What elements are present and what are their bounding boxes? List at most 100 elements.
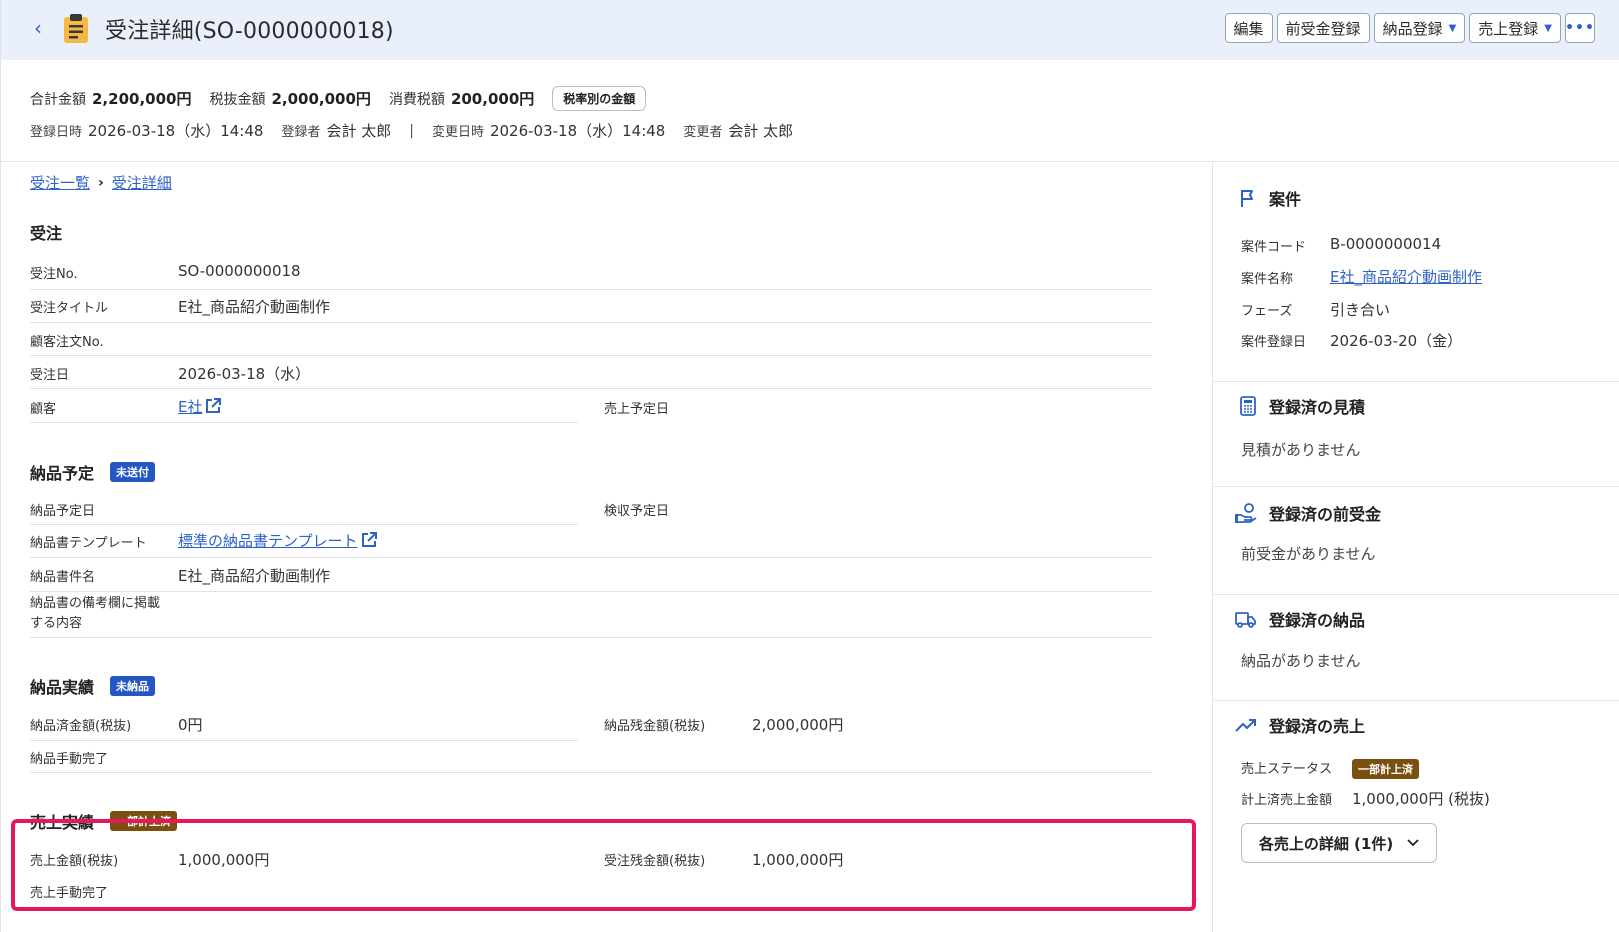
advance-header: 登録済の前受金 [1233,501,1381,525]
tax-rate-breakdown-button[interactable]: 税率別の金額 [552,86,647,111]
creator-value: 会計 太郎 [326,122,392,140]
customer-order-no-row: 顧客注文No. [30,323,1152,356]
sales-status-label: 売上ステータス [1241,762,1333,777]
sales-detail-label: 各売上の詳細 (1件) [1258,834,1394,853]
hand-coin-icon [1235,503,1257,523]
updated-value: 2026-03-18（水）14:48 [489,122,666,140]
estimate-header: 登録済の見積 [1237,394,1365,418]
advance-empty: 前受金がありません [1241,545,1376,563]
page-title: 受注詳細(SO-0000000018) [105,19,394,44]
delivery-date-label: 納品予定日 [30,504,96,519]
sales-register-button[interactable]: 売上登録 ▼ [1469,13,1561,43]
edit-button-label: 編集 [1233,19,1264,38]
external-link-icon[interactable] [204,397,222,415]
order-section-title: 受注 [30,220,62,244]
template-link[interactable]: 標準の納品書テンプレート [178,532,358,550]
created-label: 登録日時 [30,125,83,140]
advance-button-label: 前受金登録 [1285,19,1361,38]
delivery-header: 登録済の納品 [1233,607,1365,631]
order-no-row: 受注No. SO-0000000018 [30,257,1152,290]
customer-label: 顧客 [30,402,57,417]
delivery-remarks-label: 納品書の備考欄に掲載する内容 [30,596,161,631]
flag-icon [1241,190,1253,207]
order-detail-main: 受注一覧 › 受注詳細 受注 受注No. SO-0000000018 受注タイト… [0,162,1212,932]
external-link-icon[interactable] [360,531,378,549]
updater-value: 会計 太郎 [728,122,794,140]
delivery-subject-row: 納品書件名 E社_商品紹介動画制作 [30,558,1152,592]
order-date-label: 受注日 [30,368,70,383]
order-title-row: 受注タイトル E社_商品紹介動画制作 [30,290,1152,323]
project-code-label: 案件コード [1241,240,1307,255]
back-chevron-icon[interactable]: ‹ [27,17,49,39]
order-title-value: E社_商品紹介動画制作 [178,298,330,316]
delivery-date-row: 納品予定日 [30,492,578,525]
delivered-amount-label: 納品済金額(税抜) [30,719,132,734]
delivery-result-section-title: 納品実績 未納品 [30,674,156,698]
delivery-plan-section-title: 納品予定 未送付 [30,460,156,484]
delivery-remaining-label: 納品残金額(税抜) [604,719,706,734]
breadcrumb-order-detail[interactable]: 受注詳細 [112,172,172,193]
caret-down-icon: ▼ [1544,22,1552,34]
project-date-value: 2026-03-20（金） [1330,332,1463,350]
inspection-date-row: 検収予定日 [604,492,1152,525]
edit-button[interactable]: 編集 [1224,13,1273,43]
net-label: 税抜金額 [209,91,266,108]
delivery-subject-value: E社_商品紹介動画制作 [178,567,330,585]
project-name-link[interactable]: E社_商品紹介動画制作 [1330,268,1482,286]
updater-label: 変更者 [683,125,723,140]
customer-link[interactable]: E社 [178,398,202,416]
delivery-section: 登録済の納品 納品がありません [1213,595,1619,701]
sales-date-row: 売上予定日 [604,389,1152,423]
project-section: 案件 案件コード B-0000000014 案件名称 E社_商品紹介動画制作 フ… [1213,162,1619,382]
total-label: 合計金額 [30,91,86,108]
delivery-result-label: 納品実績 [30,678,95,697]
created-value: 2026-03-18（水）14:48 [88,122,264,140]
amount-summary: 合計金額 2,200,000円 税抜金額 2,000,000円 消費税額 200… [0,60,1619,162]
sales-section: 登録済の売上 売上ステータス 一部計上済 計上済売上金額 1,000,000円 … [1213,701,1619,932]
order-date-row: 受注日 2026-03-18（水） [30,356,1152,389]
total-value: 2,200,000円 [92,90,192,108]
delivered-amount-row: 納品済金額(税抜) 0円 [30,707,578,741]
project-phase-label: フェーズ [1241,304,1293,319]
sales-detail-dropdown[interactable]: 各売上の詳細 (1件) [1241,823,1437,863]
advance-section: 登録済の前受金 前受金がありません [1213,487,1619,595]
breadcrumb-order-list[interactable]: 受注一覧 [30,172,90,193]
delivery-subject-label: 納品書件名 [30,570,96,585]
project-date-label: 案件登録日 [1241,335,1307,350]
sales-title: 登録済の売上 [1269,717,1366,736]
project-code-value: B-0000000014 [1330,235,1442,253]
meta-separator: | [409,122,414,139]
sales-date-label: 売上予定日 [604,402,670,417]
project-phase-value: 引き合い [1330,301,1391,319]
recorded-sales-label: 計上済売上金額 [1241,793,1333,808]
delivery-register-button[interactable]: 納品登録 ▼ [1373,13,1466,43]
delivery-empty: 納品がありません [1241,652,1361,670]
template-label: 納品書テンプレート [30,536,147,551]
sales-status-badge: 一部計上済 [1352,759,1419,779]
project-title: 案件 [1269,190,1302,209]
header-bar: ‹ 受注詳細(SO-0000000018) 編集 前受金登録 納品登録 ▼ 売上登… [0,0,1619,60]
template-row: 納品書テンプレート 標準の納品書テンプレート [30,525,1152,558]
truck-icon [1235,612,1256,628]
estimate-section: 登録済の見積 見積がありません [1213,382,1619,487]
project-header: 案件 [1237,186,1301,210]
more-dots-icon: ••• [1565,20,1595,36]
delivery-manual-complete-label: 納品手動完了 [30,752,109,767]
customer-order-no-label: 顧客注文No. [30,335,104,350]
recorded-sales-value: 1,000,000円 (税抜) [1352,790,1490,808]
calculator-icon [1240,396,1256,416]
trending-up-icon [1235,719,1256,732]
more-menu-button[interactable]: ••• [1565,13,1595,43]
order-no-value: SO-0000000018 [178,262,301,280]
order-section-label: 受注 [30,224,63,243]
advance-register-button[interactable]: 前受金登録 [1276,13,1370,43]
tax-label: 消費税額 [388,91,445,108]
creator-label: 登録者 [281,125,321,140]
clipboard-icon [64,14,88,43]
header-actions: 編集 前受金登録 納品登録 ▼ 売上登録 ▼ ••• [1224,13,1595,43]
delivery-remaining-value: 2,000,000円 [752,716,844,734]
not-sent-badge: 未送付 [110,462,156,482]
delivery-remarks-row: 納品書の備考欄に掲載する内容 [30,592,1152,638]
breadcrumb: 受注一覧 › 受注詳細 [30,172,172,193]
estimate-empty: 見積がありません [1241,441,1361,459]
